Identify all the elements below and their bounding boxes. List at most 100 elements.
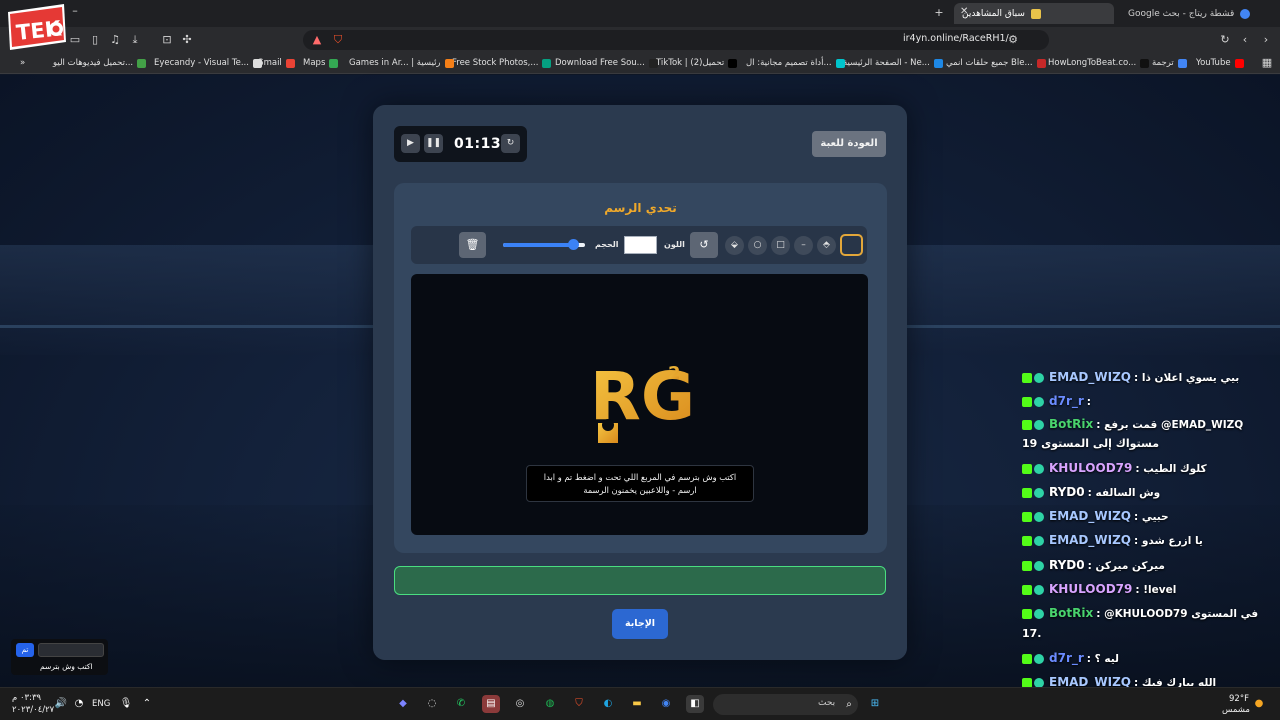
rectangle-tool-icon[interactable]: □: [771, 236, 790, 255]
app-icon[interactable]: ▤: [482, 695, 500, 713]
brave-icon[interactable]: ⛉: [570, 695, 588, 713]
bookmark-item[interactable]: Eyecandy - Visual Te...: [154, 58, 262, 68]
bookmark-item[interactable]: تحميل فيديوهات اليو...: [53, 58, 147, 68]
brave-rewards-icon[interactable]: ▲: [310, 33, 324, 47]
brush-size-handle[interactable]: [567, 239, 579, 250]
tab-active[interactable]: ✕ سباق المشاهدين: [954, 3, 1114, 24]
chat-username[interactable]: d7r_r: [1049, 651, 1084, 665]
bookmark-item[interactable]: Download Free Sou...: [555, 58, 658, 68]
bookmark-item[interactable]: أداة تصميم مجانية: ال...: [746, 58, 845, 68]
microphone-icon[interactable]: 🎙: [117, 695, 135, 713]
minimize-icon[interactable]: –: [68, 4, 82, 18]
bookmark-item[interactable]: Gmail: [257, 58, 295, 68]
chat-text: مستواك إلى المستوى 19: [1022, 437, 1160, 450]
bookmark-item[interactable]: Games in Ar... | رئيسية: [349, 58, 454, 68]
color-label: اللون: [664, 240, 685, 249]
answer-button[interactable]: الإجابة: [612, 609, 668, 639]
screenshot-icon[interactable]: ⊡: [160, 33, 174, 47]
color-picker[interactable]: [624, 236, 657, 254]
extensions-icon[interactable]: ✣: [180, 33, 194, 47]
sub-badge-icon: [1034, 536, 1044, 546]
chat-username[interactable]: RYD0: [1049, 558, 1085, 572]
chat-username[interactable]: KHULOOD79: [1049, 582, 1132, 596]
bookmark-item[interactable]: YouTube: [1196, 58, 1244, 68]
chat-username[interactable]: EMAD_WIZQ: [1049, 509, 1131, 523]
download-icon[interactable]: ⤓: [128, 33, 142, 47]
sub-badge-icon: [1034, 397, 1044, 407]
bookmark-label: YouTube: [1196, 58, 1231, 68]
undo-button[interactable]: ↺: [690, 232, 718, 258]
file-explorer-icon[interactable]: ▬: [628, 695, 646, 713]
pause-button[interactable]: ❚❚: [424, 134, 443, 153]
pen-tool-selected[interactable]: [840, 234, 863, 256]
bookmark-item[interactable]: Maps: [303, 58, 339, 68]
chat-message: EMAD_WIZQ: حبيي: [1022, 509, 1169, 523]
chat-username[interactable]: KHULOOD79: [1049, 461, 1132, 475]
music-icon[interactable]: ♫: [108, 33, 122, 47]
back-to-game-button[interactable]: العودة للعبة: [812, 131, 886, 157]
clock-date[interactable]: ٢٠٢٣/٠٤/٢٧: [12, 705, 54, 715]
tab-inactive[interactable]: قشطة ريتاج - بحث Google: [1120, 3, 1280, 24]
chat-text: : يا ازرع شدو: [1134, 535, 1203, 547]
eraser-tool-icon[interactable]: ⬘: [817, 236, 836, 255]
whatsapp-icon[interactable]: ✆: [452, 695, 470, 713]
windows-start-icon[interactable]: ⊞: [866, 695, 884, 713]
chat-text: :: [1086, 396, 1091, 408]
brave-shield-icon[interactable]: ⛉: [331, 33, 345, 47]
language-indicator[interactable]: ENG: [92, 699, 110, 709]
play-button[interactable]: ▶: [401, 134, 420, 153]
close-tab-icon[interactable]: ✕: [960, 6, 968, 17]
weather-icon[interactable]: ●: [1250, 695, 1268, 713]
clock-time[interactable]: ٠٣:٣٩ م: [12, 693, 41, 703]
back-icon[interactable]: ‹: [1238, 33, 1252, 47]
bookmark-item[interactable]: Free Stock Photos,...: [452, 58, 552, 68]
clear-canvas-button[interactable]: 🗑: [459, 232, 486, 258]
chat-text: : وش السالفه: [1087, 487, 1161, 499]
discord-icon[interactable]: ◆: [394, 695, 412, 713]
spotify-icon[interactable]: ◍: [541, 695, 559, 713]
chat-username[interactable]: EMAD_WIZQ: [1049, 533, 1131, 547]
mini-answer-input[interactable]: [38, 643, 104, 657]
new-tab-button[interactable]: +: [932, 6, 946, 20]
bookmarks-menu-icon[interactable]: ▦: [1260, 56, 1274, 70]
forward-icon[interactable]: ›: [1259, 33, 1273, 47]
bookmark-favicon-icon: [933, 58, 943, 68]
sub-badge-icon: [1034, 464, 1044, 474]
line-tool-icon[interactable]: –: [794, 236, 813, 255]
chat-message: KHULOOD79: !level: [1022, 582, 1176, 596]
taskbar-search[interactable]: [713, 694, 858, 715]
mini-done-button[interactable]: تم: [16, 643, 34, 657]
chat-username[interactable]: d7r_r: [1049, 394, 1084, 408]
bookmark-favicon-icon: [835, 58, 845, 68]
obs-icon[interactable]: ◎: [511, 695, 529, 713]
fill-tool-icon[interactable]: ⬙: [725, 236, 744, 255]
chrome-icon[interactable]: ◉: [657, 695, 675, 713]
sidebar-icon[interactable]: ▭: [68, 33, 82, 47]
kick-badge-icon: [1022, 488, 1032, 498]
bookmarks-more[interactable]: »: [20, 58, 25, 68]
chat-username[interactable]: EMAD_WIZQ: [1049, 370, 1131, 384]
bookmark-item[interactable]: الصفحة الرئيسية - Ne...: [843, 58, 943, 68]
capture-icon[interactable]: ◌: [423, 695, 441, 713]
bookmark-item[interactable]: TikTok | تحميل(2): [656, 58, 738, 68]
bookmark-item[interactable]: جميع حلقات انمي Ble...: [946, 58, 1046, 68]
chat-username[interactable]: BotRix: [1049, 606, 1093, 620]
bookmark-item[interactable]: ترجمة: [1152, 58, 1187, 68]
circle-tool-icon[interactable]: ○: [748, 236, 767, 255]
timer-display: 01:13: [454, 136, 502, 152]
chat-username[interactable]: RYD0: [1049, 485, 1085, 499]
speaker-icon[interactable]: 🔊: [52, 695, 70, 713]
reading-icon[interactable]: ▯: [88, 33, 102, 47]
reset-timer-button[interactable]: ↻: [501, 134, 520, 153]
reload-icon[interactable]: ↻: [1218, 33, 1232, 47]
chat-message: مستواك إلى المستوى 19: [1022, 437, 1159, 450]
network-icon[interactable]: ◔: [70, 695, 88, 713]
bookmark-item[interactable]: HowLongToBeat.co...: [1048, 58, 1150, 68]
edge-icon[interactable]: ◐: [599, 695, 617, 713]
copilot-icon[interactable]: ◧: [686, 695, 704, 713]
chat-text: : !level: [1135, 584, 1177, 596]
google-icon: [1240, 8, 1251, 19]
chat-username[interactable]: BotRix: [1049, 417, 1093, 431]
tray-chevron-icon[interactable]: ⌃: [138, 695, 156, 713]
answer-input[interactable]: [394, 566, 886, 595]
